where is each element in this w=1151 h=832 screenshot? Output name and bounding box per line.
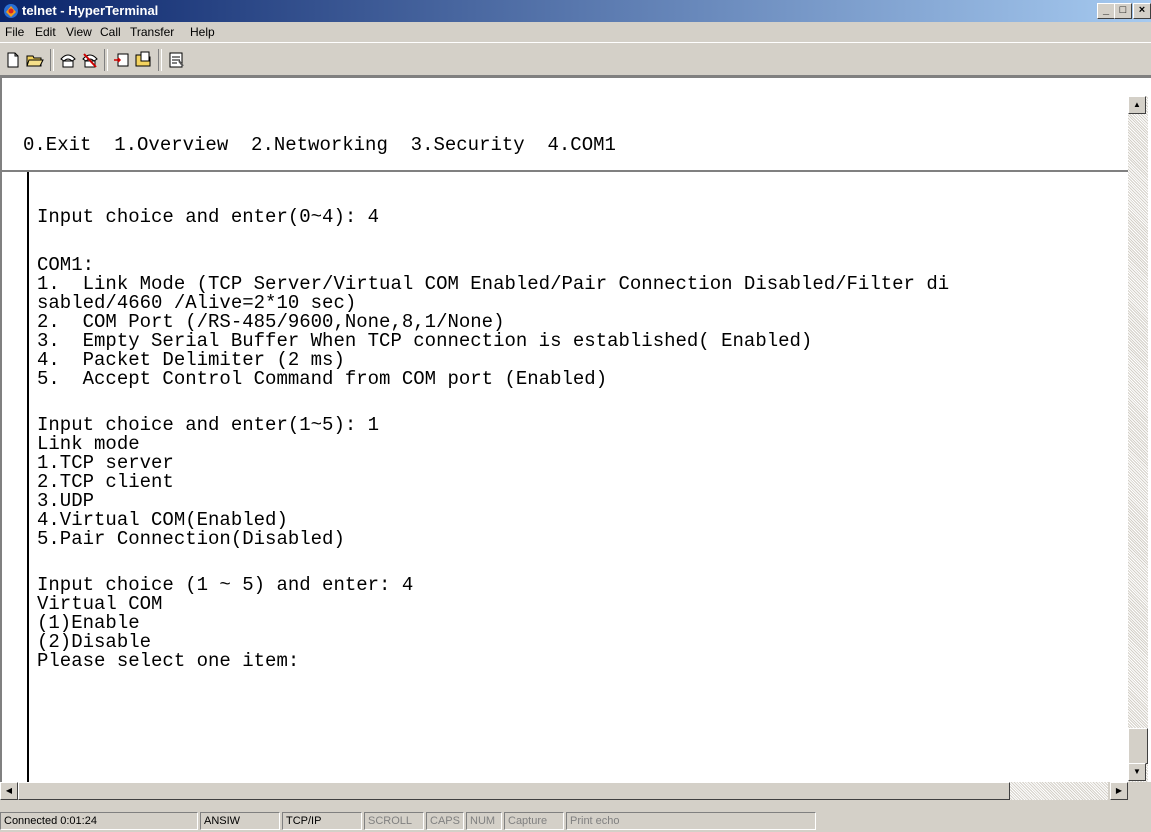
terminal-area[interactable]: 0.Exit 1.Overview 2.Networking 3.Securit… [0,76,1151,784]
properties-icon[interactable] [166,50,186,70]
status-capture: Capture [504,812,564,830]
menu-edit[interactable]: Edit [35,25,56,39]
status-print-echo: Print echo [566,812,816,830]
terminal-line: 5. Accept Control Command from COM port … [37,368,608,390]
status-caps: CAPS [426,812,464,830]
toolbar [0,42,1151,76]
status-num: NUM [466,812,502,830]
window-title: telnet - HyperTerminal [22,3,159,18]
send-icon[interactable] [112,50,132,70]
open-icon[interactable] [25,50,45,70]
status-connected: Connected 0:01:24 [0,812,198,830]
status-scroll: SCROLL [364,812,424,830]
menu-call[interactable]: Call [100,25,121,39]
scroll-left-button[interactable]: ◀ [0,782,18,800]
menu-view[interactable]: View [66,25,92,39]
scroll-up-button[interactable]: ▲ [1128,96,1146,114]
close-button[interactable]: × [1133,3,1151,19]
status-emulation: ANSIW [200,812,280,830]
connect-icon[interactable] [58,50,78,70]
hyperterminal-icon [4,4,18,18]
status-protocol: TCP/IP [282,812,362,830]
toolbar-separator [158,49,162,71]
menu-file[interactable]: File [5,25,24,39]
menu-help[interactable]: Help [190,25,215,39]
horizontal-scroll-thumb[interactable] [18,782,1010,800]
toolbar-separator [50,49,54,71]
terminal-line: Please select one item: [37,650,300,672]
scroll-thumb[interactable] [1128,728,1148,764]
horizontal-scroll-track[interactable] [1010,782,1108,800]
terminal-line: Input choice and enter(0~4): 4 [37,206,380,228]
terminal-divider [2,170,1130,172]
menu-bar: File Edit View Call Transfer Help [0,22,1151,42]
terminal-line: 0.Exit 1.Overview 2.Networking 3.Securit… [23,134,616,156]
toolbar-separator [104,49,108,71]
minimize-button[interactable]: _ [1097,3,1115,19]
title-bar[interactable]: telnet - HyperTerminal _ □ × [0,0,1151,22]
maximize-button[interactable]: □ [1114,3,1132,19]
scroll-right-button[interactable]: ▶ [1110,782,1128,800]
terminal-inner-border [27,172,29,784]
status-bar: Connected 0:01:24 ANSIW TCP/IP SCROLL CA… [0,810,1151,832]
terminal-line: 5.Pair Connection(Disabled) [37,528,345,550]
receive-icon[interactable] [134,50,154,70]
disconnect-icon[interactable] [80,50,100,70]
scroll-down-button[interactable]: ▼ [1128,763,1146,781]
vertical-scrollbar[interactable]: ▲ ▼ [1128,96,1148,782]
new-icon[interactable] [3,50,23,70]
horizontal-scrollbar[interactable]: ◀ ▶ [0,782,1128,800]
menu-transfer[interactable]: Transfer [130,25,174,39]
terminal-screen[interactable]: 0.Exit 1.Overview 2.Networking 3.Securit… [2,78,1130,784]
